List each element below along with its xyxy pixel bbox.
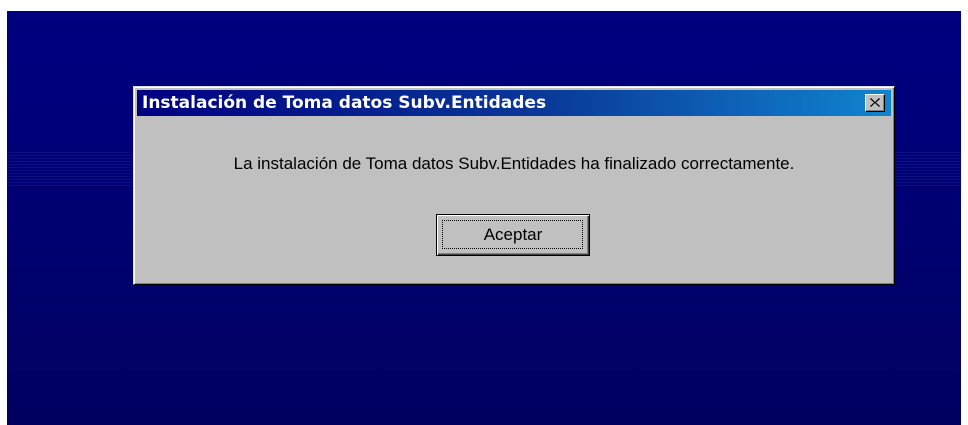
dialog-message: La instalación de Toma datos Subv.Entida… [233,154,795,173]
close-button[interactable] [865,94,885,112]
dialog-title-bar[interactable]: Instalación de Toma datos Subv.Entidades [137,90,891,116]
close-icon [870,98,880,107]
desktop-background: Instalación de Toma datos Subv.Entidades… [7,11,961,425]
dialog-title: Instalación de Toma datos Subv.Entidades [142,93,547,113]
installation-complete-dialog: Instalación de Toma datos Subv.Entidades… [133,86,895,285]
aceptar-button-label: Aceptar [483,225,543,244]
aceptar-button[interactable]: Aceptar [436,214,590,256]
